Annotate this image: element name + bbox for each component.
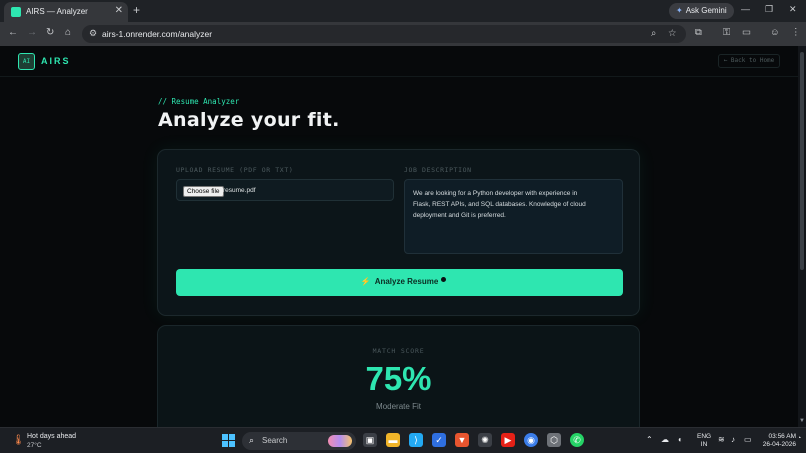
thermometer-icon[interactable]: 🌡	[12, 435, 25, 446]
mouse-cursor-icon	[441, 277, 446, 282]
choose-file-button[interactable]: Choose file	[183, 186, 224, 197]
resume-file-input[interactable]: Choose file resume.pdf	[176, 179, 394, 201]
taskbar-search-label: Search	[262, 436, 288, 445]
zoom-icon[interactable]: ⌕	[651, 28, 656, 39]
app-hexagon-icon[interactable]: ⬡	[547, 433, 561, 447]
logo-mark[interactable]: AI	[18, 53, 35, 70]
taskbar-search[interactable]: ⌕ Search	[242, 432, 356, 450]
match-score-card: MATCH SCORE 75% Moderate Fit	[157, 325, 640, 427]
page-viewport: AI AIRS ← Back to Home // Resume Analyze…	[0, 46, 798, 427]
browser-toolbar: ← → ↻ ⌂ ⚙ airs-1.onrender.com/analyzer ⌕…	[0, 22, 806, 46]
bookmark-star-icon[interactable]: ☆	[668, 28, 677, 39]
gemini-sparkle-icon: ✦	[676, 6, 683, 15]
page-title: Analyze your fit.	[158, 109, 340, 131]
vscode-icon[interactable]: ⟩	[409, 433, 423, 447]
match-score-value: 75%	[365, 360, 432, 397]
password-icon[interactable]: ⚿	[723, 27, 730, 38]
tab-title: AIRS — Analyzer	[26, 7, 88, 16]
site-info-icon[interactable]: ⚙	[89, 28, 97, 39]
clock-time: 03:56 AM	[768, 433, 796, 440]
close-window-button[interactable]: ✕	[789, 4, 797, 15]
system-clock[interactable]: 03:56 AM 26-04-2026	[762, 433, 796, 449]
todo-check-icon[interactable]: ✓	[432, 433, 446, 447]
os-taskbar: 🌡 Hot days ahead 27°C ⌕ Search ▣ ▬ ⟩ ✓ ▼…	[0, 427, 806, 453]
extensions-icon[interactable]: ⧉	[695, 27, 702, 38]
language-region: IN	[700, 441, 708, 448]
file-explorer-icon[interactable]: ▬	[386, 433, 400, 447]
tab-close-icon[interactable]: ✕	[115, 5, 123, 16]
language-code: ENG	[697, 433, 712, 440]
analyzer-form-card: UPLOAD RESUME (PDF OR TXT) Choose file r…	[157, 149, 640, 316]
chrome-icon[interactable]: ◉	[524, 433, 538, 447]
clock-date: 26-04-2026	[762, 441, 796, 448]
ask-gemini-button[interactable]: ✦ Ask Gemini	[669, 3, 734, 19]
onedrive-cloud-icon[interactable]: ☁	[661, 435, 669, 444]
cast-icon[interactable]: ▭	[742, 27, 751, 38]
notification-bell-icon[interactable]: ◔	[797, 435, 801, 442]
tray-chevron-up-icon[interactable]: ⌃	[646, 435, 653, 444]
battery-icon[interactable]: ▭	[744, 435, 752, 444]
section-eyebrow: // Resume Analyzer	[158, 97, 240, 106]
menu-kebab-icon[interactable]: ⋮	[791, 27, 801, 38]
browser-tab[interactable]: AIRS — Analyzer ✕	[4, 2, 128, 22]
match-verdict: Moderate Fit	[376, 402, 421, 411]
analyze-resume-label: Analyze Resume	[374, 277, 439, 286]
browser-tab-strip: AIRS — Analyzer ✕ + ✦ Ask Gemini — ❐ ✕	[0, 0, 806, 22]
upload-resume-label: UPLOAD RESUME (PDF OR TXT)	[176, 166, 294, 174]
search-icon: ⌕	[249, 435, 255, 445]
lightning-icon: ⚡	[360, 277, 371, 286]
whatsapp-icon[interactable]: ✆	[570, 433, 584, 447]
search-highlight-art	[328, 435, 352, 447]
selected-file-name: resume.pdf	[223, 187, 256, 194]
address-bar[interactable]: ⚙ airs-1.onrender.com/analyzer ⌕ ☆	[82, 25, 686, 43]
analyze-resume-button[interactable]: ⚡ Analyze Resume	[176, 269, 623, 296]
forward-arrow-icon[interactable]: →	[27, 27, 37, 38]
task-view-icon[interactable]: ▣	[363, 433, 377, 447]
new-tab-button[interactable]: +	[133, 3, 140, 17]
logo-text[interactable]: AIRS	[41, 56, 71, 66]
wifi-icon[interactable]: ≋	[718, 435, 725, 444]
address-url: airs-1.onrender.com/analyzer	[102, 29, 213, 39]
site-header: AI AIRS ← Back to Home	[0, 46, 798, 77]
tray-app-icon[interactable]: ◐	[678, 435, 683, 444]
maximize-button[interactable]: ❐	[765, 4, 773, 15]
weather-temperature: 27°C	[27, 442, 42, 449]
home-icon[interactable]: ⌂	[65, 27, 71, 38]
job-description-textarea[interactable]: We are looking for a Python developer wi…	[404, 179, 623, 254]
profile-avatar-icon[interactable]: ☺	[770, 27, 780, 38]
volume-icon[interactable]: ♪	[731, 435, 735, 444]
scrollbar-thumb[interactable]	[800, 52, 804, 270]
chatgpt-icon[interactable]: ✺	[478, 433, 492, 447]
site-favicon-icon	[11, 7, 21, 17]
windows-start-icon[interactable]	[222, 434, 235, 447]
back-arrow-icon[interactable]: ←	[8, 27, 18, 38]
youtube-icon[interactable]: ▶	[501, 433, 515, 447]
scroll-down-arrow-icon[interactable]: ▼	[799, 418, 805, 424]
brave-browser-icon[interactable]: ▼	[455, 433, 469, 447]
reload-icon[interactable]: ↻	[46, 27, 54, 38]
back-to-home-link[interactable]: ← Back to Home	[718, 54, 780, 68]
weather-title[interactable]: Hot days ahead	[27, 433, 76, 440]
minimize-button[interactable]: —	[741, 4, 750, 14]
match-score-label: MATCH SCORE	[372, 347, 425, 355]
language-indicator[interactable]: ENG IN	[697, 433, 711, 449]
job-description-label: JOB DESCRIPTION	[404, 166, 472, 174]
ask-gemini-label: Ask Gemini	[685, 6, 727, 15]
